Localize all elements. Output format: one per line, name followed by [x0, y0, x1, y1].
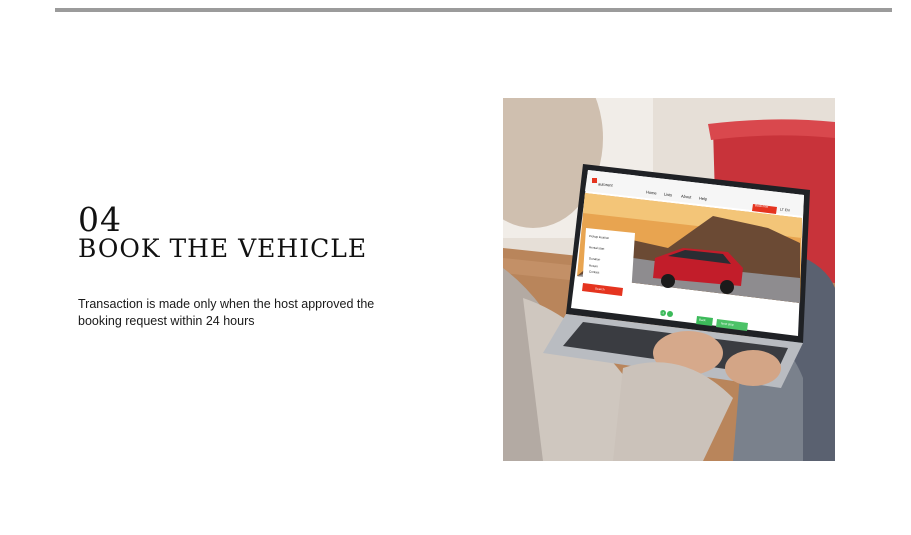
- step-description: Transaction is made only when the host a…: [78, 297, 375, 328]
- screen-nav-about: About: [680, 193, 692, 200]
- screen-nav-home: Home: [645, 189, 657, 196]
- screen-pager: 1 2: [659, 310, 665, 316]
- step-title: BOOK THE VEHICLE: [78, 234, 368, 263]
- screen-lang: LT EN: [779, 207, 790, 213]
- screen-nav-lists: Lists: [663, 191, 673, 198]
- screen-back-button-label: Back: [698, 317, 706, 323]
- screen-form-button-label: Search: [594, 286, 605, 292]
- screen-form-field-4: Return: [588, 263, 599, 269]
- brand-logo-icon: [592, 178, 597, 183]
- top-divider: [55, 8, 892, 12]
- screen-nav-help: Help: [698, 195, 708, 202]
- laptop-photo: autorent Home Lists About Help Book now …: [503, 98, 835, 461]
- page: 04 BOOK THE VEHICLE Transaction is made …: [0, 0, 911, 535]
- step-number: 04: [78, 200, 122, 239]
